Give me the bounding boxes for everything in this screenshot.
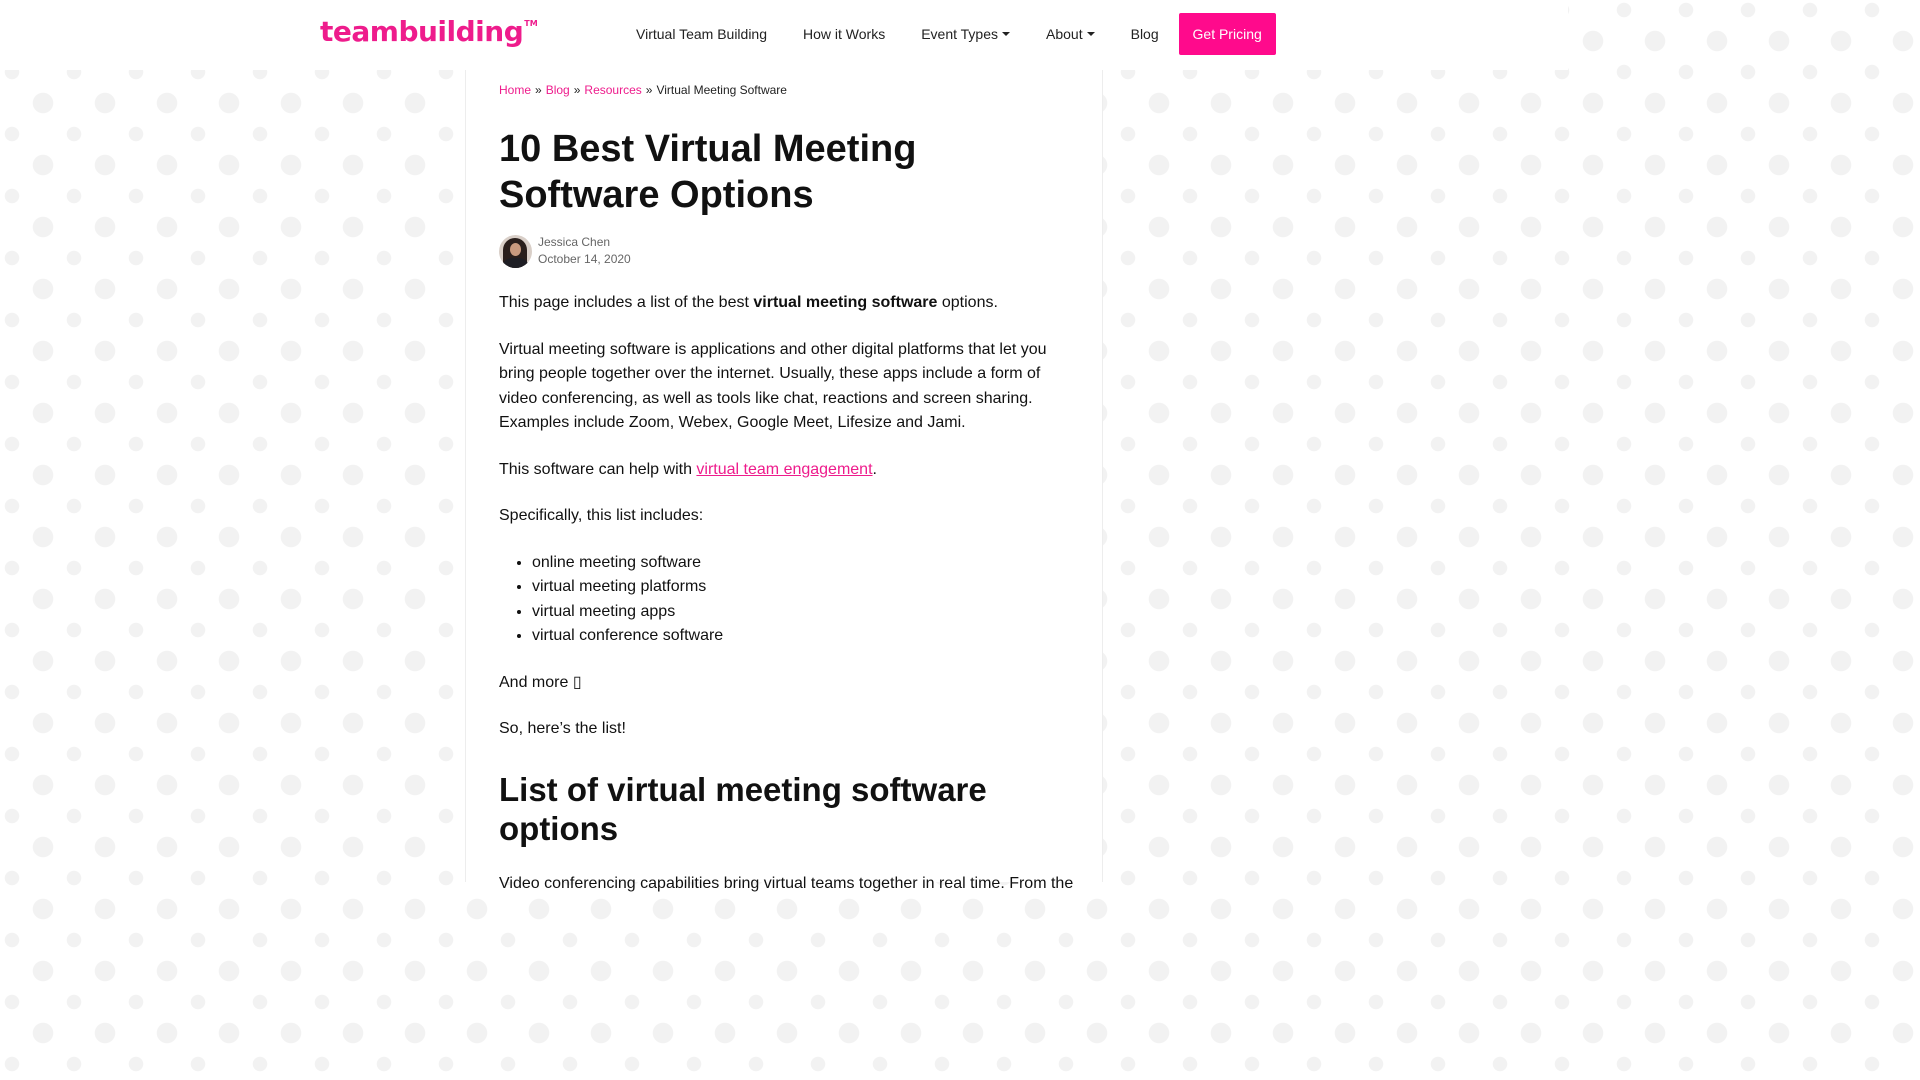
- article-body: This page includes a list of the best vi…: [499, 291, 1079, 742]
- main-nav: Virtual Team Building How it Works Event…: [618, 13, 1276, 55]
- caret-down-icon: [1086, 32, 1095, 36]
- avatar-face-shape: [510, 242, 521, 256]
- top-navbar: teambuilding TM Virtual Team Building Ho…: [0, 0, 1568, 70]
- author-avatar: [499, 234, 532, 268]
- missing-glyph-emoji-icon: ▯: [572, 673, 582, 691]
- article-inner: Home» Blog» Resources» Virtual Meeting Soft…: [499, 70, 1079, 896]
- author-byline: Jessica Chen October 14, 2020: [499, 234, 1079, 268]
- article-title: 10 Best Virtual Meeting Software Options: [499, 128, 917, 216]
- nav-link-label: Blog: [1130, 26, 1159, 42]
- section-paragraph: Video conferencing capabilities bring vi…: [499, 874, 1074, 892]
- engagement-text-end: .: [872, 460, 877, 478]
- intro-paragraph: This page includes a list of the best vi…: [499, 291, 1079, 316]
- caret-down-icon: [1002, 32, 1011, 36]
- author-meta: Jessica Chen October 14, 2020: [538, 234, 631, 268]
- breadcrumb-separator: »: [535, 83, 542, 97]
- avatar-shirt-shape: [502, 257, 529, 268]
- nav-about-dropdown[interactable]: About: [1028, 13, 1113, 55]
- topics-list: online meeting software virtual meeting …: [499, 551, 1079, 649]
- and-more-paragraph: And more ▯: [499, 671, 1079, 696]
- breadcrumb-resources-link[interactable]: Resources: [584, 83, 641, 97]
- list-item: virtual meeting apps: [532, 600, 1079, 625]
- engagement-text-start: This software can help with: [499, 460, 697, 478]
- logo-text: teambuilding: [320, 15, 524, 48]
- virtual-team-engagement-link[interactable]: virtual team engagement: [696, 461, 872, 478]
- intro-text-end: options.: [937, 294, 998, 311]
- list-item: virtual meeting platforms: [532, 575, 1079, 600]
- publish-date: October 14, 2020: [538, 252, 631, 266]
- and-more-text: And more: [499, 673, 573, 691]
- list-intro-paragraph: Specifically, this list includes:: [499, 507, 704, 524]
- teambuilding-logo[interactable]: teambuilding TM: [320, 15, 538, 48]
- nav-blog[interactable]: Blog: [1113, 13, 1177, 55]
- nav-link-label: Virtual Team Building: [636, 26, 768, 42]
- nav-link-label: About: [1046, 26, 1083, 42]
- intro-bold-keyword: virtual meeting software: [753, 294, 938, 311]
- nav-link-label: How it Works: [803, 26, 886, 42]
- definition-paragraph: Virtual meeting software is applications…: [499, 340, 1047, 432]
- breadcrumb-separator: »: [645, 83, 653, 97]
- breadcrumb: Home» Blog» Resources» Virtual Meeting Soft…: [499, 83, 1079, 97]
- section-heading: List of virtual meeting software options: [499, 770, 987, 847]
- list-item: online meeting software: [532, 551, 1079, 576]
- breadcrumb-separator: »: [573, 83, 581, 97]
- logo-trademark: TM: [524, 19, 538, 28]
- get-pricing-button[interactable]: Get Pricing: [1178, 13, 1276, 55]
- breadcrumb-home-link[interactable]: Home: [499, 83, 531, 97]
- nav-link-label: Event Types: [921, 26, 999, 42]
- author-name: Jessica Chen: [538, 235, 611, 249]
- article-column: Home» Blog» Resources» Virtual Meeting Soft…: [465, 70, 1103, 892]
- intro-text-start: This page includes a list of the best: [499, 294, 754, 311]
- breadcrumb-blog-link[interactable]: Blog: [546, 83, 570, 97]
- heres-the-list-paragraph: So, here’s the list!: [499, 720, 626, 737]
- nav-how-it-works[interactable]: How it Works: [785, 13, 903, 55]
- breadcrumb-current: Virtual Meeting Software: [656, 83, 787, 97]
- engagement-paragraph: This software can help with virtual team…: [499, 458, 1079, 483]
- list-item: virtual conference software: [532, 624, 1079, 649]
- nav-virtual-team-building[interactable]: Virtual Team Building: [618, 13, 785, 55]
- nav-event-types-dropdown[interactable]: Event Types: [903, 13, 1028, 55]
